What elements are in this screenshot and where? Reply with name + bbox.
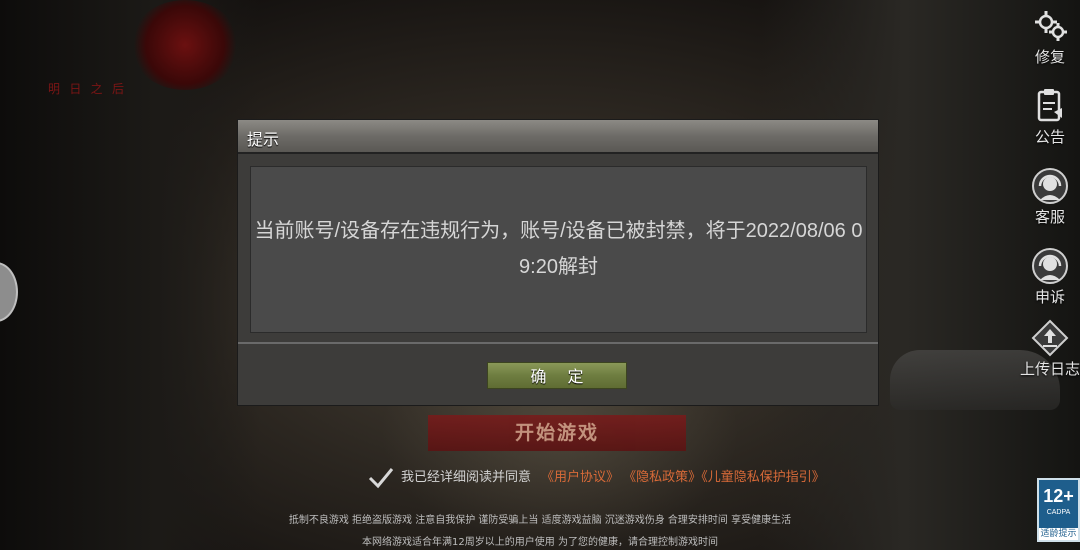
age-rating-tip: 适龄提示 bbox=[1039, 528, 1078, 540]
age-notice: 本网络游戏适合年满12周岁以上的用户使用 为了您的健康，请合理控制游戏时间 bbox=[362, 537, 718, 548]
ban-message: 当前账号/设备存在违规行为，账号/设备已被封禁，将于2022/08/06 09:… bbox=[254, 220, 863, 278]
notice-dialog: 提示 当前账号/设备存在违规行为，账号/设备已被封禁，将于2022/08/06 … bbox=[238, 120, 878, 405]
dialog-body: 当前账号/设备存在违规行为，账号/设备已被封禁，将于2022/08/06 09:… bbox=[250, 166, 867, 333]
age-rating-value: 12+ bbox=[1043, 486, 1074, 506]
checkmark-icon[interactable] bbox=[367, 465, 395, 491]
logo-subtitle: 明 日 之 后 bbox=[48, 82, 128, 96]
age-rating-org: CADPA bbox=[1046, 509, 1071, 516]
repair-label: 修复 bbox=[1034, 48, 1065, 66]
agreement-row: 我已经详细阅读并同意 《用户协议》 《隐私政策》《儿童隐私保护指引》 bbox=[367, 465, 825, 491]
announcement-icon bbox=[1037, 89, 1062, 122]
announcement-label: 公告 bbox=[1034, 128, 1065, 146]
gear-icon bbox=[1035, 11, 1067, 41]
dialog-divider bbox=[238, 342, 878, 344]
start-game-button[interactable]: 开始游戏 bbox=[428, 415, 686, 451]
agreement-text: 我已经详细阅读并同意 bbox=[401, 470, 532, 485]
appeal-icon bbox=[1032, 248, 1068, 284]
appeal-button[interactable]: 申诉 bbox=[1020, 246, 1080, 318]
privacy-policy-link[interactable]: 《隐私政策》 bbox=[623, 470, 701, 485]
dialog-title: 提示 bbox=[247, 130, 280, 149]
dialog-header: 提示 bbox=[238, 120, 878, 154]
game-logo: 明 日 之 后 bbox=[40, 0, 240, 100]
upload-log-icon bbox=[1031, 319, 1069, 357]
child-privacy-link[interactable]: 《儿童隐私保护指引》 bbox=[701, 470, 825, 485]
age-rating-badge[interactable]: 12+ CADPA 适龄提示 bbox=[1037, 478, 1080, 542]
logo-emblem bbox=[130, 0, 240, 90]
announcement-button[interactable]: 公告 bbox=[1020, 86, 1080, 158]
upload-log-label: 上传日志 bbox=[1020, 360, 1080, 378]
upload-log-button[interactable]: 上传日志 bbox=[1020, 318, 1080, 390]
user-agreement-link[interactable]: 《用户协议》 bbox=[541, 470, 619, 485]
health-notice: 抵制不良游戏 拒绝盗版游戏 注意自我保护 谨防受骗上当 适度游戏益脑 沉迷游戏伤… bbox=[288, 515, 792, 526]
appeal-label: 申诉 bbox=[1034, 288, 1065, 306]
customer-service-button[interactable]: 客服 bbox=[1020, 166, 1080, 238]
customer-service-icon bbox=[1032, 168, 1068, 204]
repair-button[interactable]: 修复 bbox=[1020, 6, 1080, 78]
confirm-button[interactable]: 确 定 bbox=[487, 362, 627, 389]
customer-service-label: 客服 bbox=[1034, 208, 1065, 226]
